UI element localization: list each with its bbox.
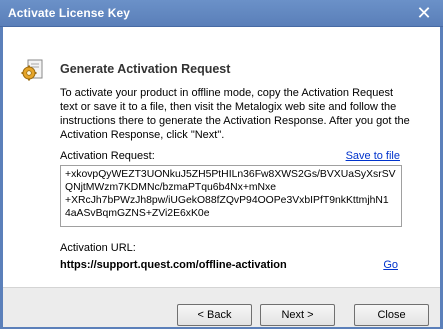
request-line: QNjtMWzm7KDMNc/bzmaPTqu6b4Nx+mNxe bbox=[65, 182, 277, 193]
title-bar: Activate License Key ✕ bbox=[0, 0, 443, 27]
page-title: Generate Activation Request bbox=[60, 62, 231, 76]
activation-url-value: https://support.quest.com/offline-activa… bbox=[60, 259, 287, 271]
save-to-file-link[interactable]: Save to file bbox=[346, 150, 400, 162]
close-button[interactable]: Close bbox=[354, 304, 429, 326]
go-link[interactable]: Go bbox=[383, 259, 398, 271]
window-title: Activate License Key bbox=[8, 6, 131, 20]
close-window-icon[interactable]: ✕ bbox=[414, 3, 434, 23]
gear-document-icon bbox=[21, 59, 43, 81]
back-button[interactable]: < Back bbox=[177, 304, 252, 326]
button-bar: < Back Next > Close bbox=[3, 287, 440, 327]
activation-request-label: Activation Request: bbox=[60, 150, 155, 162]
activation-request-textbox[interactable]: +xkovpQyWEZT3UONkuJ5ZH5PtHILn36Fw8XWS2Gs… bbox=[60, 165, 402, 227]
request-line: +xkovpQyWEZT3UONkuJ5ZH5PtHILn36Fw8XWS2Gs… bbox=[65, 169, 396, 180]
request-line: 4aASvBqmGZNS+ZVi2E6xK0e bbox=[65, 208, 210, 219]
activation-url-label: Activation URL: bbox=[60, 242, 136, 254]
instructions-text: To activate your product in offline mode… bbox=[60, 87, 410, 141]
request-line: +XRcJh7bPWzJh8pw/iUGekO88fZQvP94OOPe3Vxb… bbox=[65, 195, 389, 206]
next-button[interactable]: Next > bbox=[260, 304, 335, 326]
